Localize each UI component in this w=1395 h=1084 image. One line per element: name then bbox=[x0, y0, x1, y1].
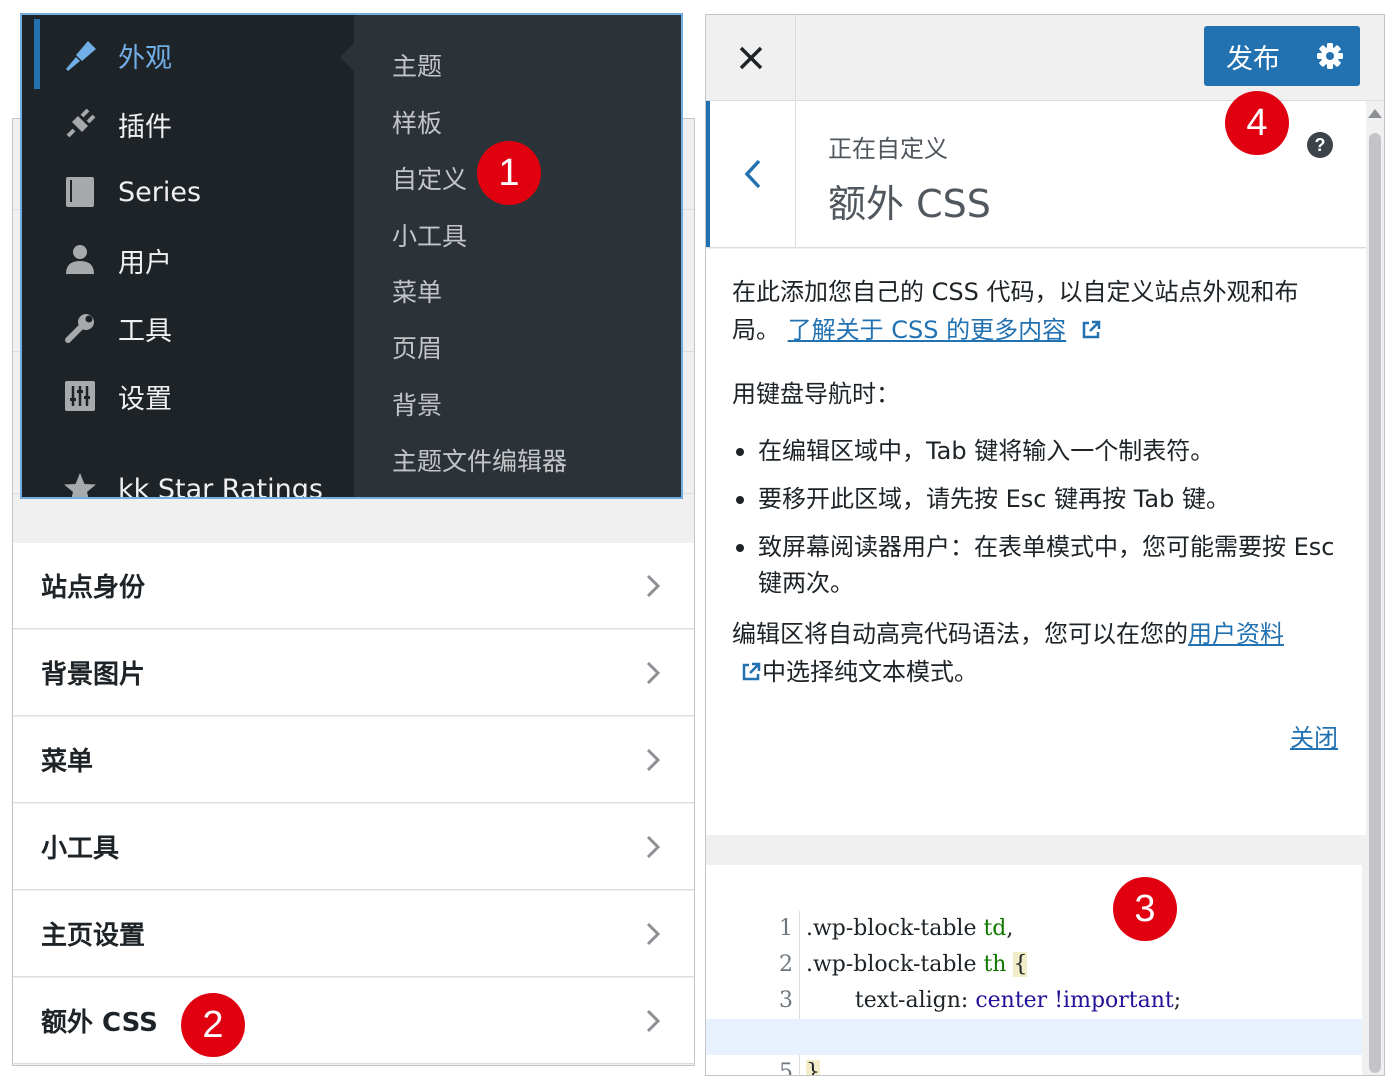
code-line: 1 .wp-block-table td, bbox=[706, 875, 1362, 947]
menu-item-label: 用户 bbox=[118, 247, 172, 279]
user-profile-link[interactable]: 用户资料 bbox=[1188, 620, 1284, 648]
css-code-editor[interactable]: 1 .wp-block-table td, 2 .wp-block-table th… bbox=[706, 865, 1362, 1075]
syntax-note: 编辑区将自动高亮代码语法，您可以在您的用户资料 中选择纯文本模式。 bbox=[732, 615, 1338, 691]
syntax-prefix: 编辑区将自动高亮代码语法，您可以在您的 bbox=[732, 620, 1188, 648]
step-badge: 3 bbox=[1113, 877, 1177, 941]
chevron-left-icon bbox=[744, 159, 760, 189]
submenu-item-background[interactable]: 背景 bbox=[392, 386, 442, 422]
section-homepage-settings[interactable]: 主页设置 bbox=[13, 891, 694, 977]
customizer-css-panel: 发布 正在自定义 额外 CSS ? 在此添加您自己的 CSS 代码，以自定义站点… bbox=[705, 14, 1385, 1076]
code-line: 3 text-align: center !important; bbox=[706, 947, 1362, 1019]
step-badge: 4 bbox=[1225, 91, 1289, 155]
settings-sliders-icon bbox=[62, 378, 98, 414]
wrench-icon bbox=[62, 310, 98, 346]
list-item: 要移开此区域，请先按 Esc 键再按 Tab 键。 bbox=[736, 481, 1338, 517]
menu-item-settings[interactable]: 设置 bbox=[62, 376, 172, 416]
menu-item-tools[interactable]: 工具 bbox=[62, 308, 172, 348]
menu-item-label: 设置 bbox=[118, 383, 172, 415]
customizer-topbar: 发布 bbox=[706, 15, 1384, 101]
chevron-right-icon bbox=[646, 835, 661, 859]
chevron-right-icon bbox=[646, 661, 661, 685]
section-label: 小工具 bbox=[41, 834, 120, 864]
user-icon bbox=[62, 242, 98, 278]
chevron-right-icon bbox=[646, 574, 661, 598]
scrollbar-thumb[interactable] bbox=[1369, 133, 1381, 1073]
submenu-item-customize[interactable]: 自定义 bbox=[392, 160, 467, 196]
menu-item-appearance[interactable]: 外观 bbox=[62, 35, 172, 75]
menu-item-label: 外观 bbox=[118, 42, 172, 74]
intro-text: 在此添加您自己的 CSS 代码，以自定义站点外观和布局。 了解关于 CSS 的更… bbox=[732, 273, 1338, 349]
submenu-item-widgets[interactable]: 小工具 bbox=[392, 217, 467, 253]
section-label: 主页设置 bbox=[41, 921, 146, 951]
current-indicator bbox=[34, 19, 40, 89]
close-help-link[interactable]: 关闭 bbox=[1290, 724, 1338, 752]
submenu-item-header[interactable]: 页眉 bbox=[392, 329, 442, 365]
section-label: 菜单 bbox=[41, 747, 94, 777]
appearance-submenu: 主题 样板 自定义 小工具 菜单 页眉 背景 主题文件编辑器 bbox=[340, 15, 681, 497]
section-widgets[interactable]: 小工具 bbox=[13, 804, 694, 890]
external-link-icon bbox=[1082, 320, 1101, 339]
paintbrush-icon bbox=[62, 37, 98, 73]
book-icon bbox=[62, 174, 98, 210]
publish-label: 发布 bbox=[1226, 43, 1280, 75]
step-badge: 2 bbox=[181, 993, 245, 1057]
code-line-active: 5} bbox=[706, 1019, 1362, 1075]
step-badge: 1 bbox=[477, 141, 541, 205]
list-item: 致屏幕阅读器用户：在表单模式中，您可能需要按 Esc 键两次。 bbox=[736, 529, 1338, 601]
svg-text:?: ? bbox=[1315, 135, 1326, 155]
syntax-suffix: 中选择纯文本模式。 bbox=[762, 658, 978, 686]
menu-item-label: 插件 bbox=[118, 111, 172, 143]
customizing-label: 正在自定义 bbox=[828, 135, 948, 163]
section-label: 背景图片 bbox=[41, 660, 146, 690]
css-description: 在此添加您自己的 CSS 代码，以自定义站点外观和布局。 了解关于 CSS 的更… bbox=[706, 249, 1366, 835]
code-text: } bbox=[800, 1060, 820, 1075]
menu-item-plugins[interactable]: 插件 bbox=[62, 104, 172, 144]
gear-icon[interactable] bbox=[1316, 42, 1344, 70]
list-item: 在编辑区域中，Tab 键将输入一个制表符。 bbox=[736, 433, 1338, 469]
section-menus[interactable]: 菜单 bbox=[13, 717, 694, 803]
external-link-icon bbox=[742, 662, 761, 681]
chevron-right-icon bbox=[646, 748, 661, 772]
profile-link-text: 用户资料 bbox=[1188, 620, 1284, 648]
star-icon bbox=[62, 471, 98, 497]
section-additional-css[interactable]: 额外 CSS bbox=[13, 978, 694, 1064]
close-icon bbox=[739, 46, 762, 69]
chevron-right-icon bbox=[646, 922, 661, 946]
close-customizer-button[interactable] bbox=[706, 15, 796, 100]
publish-button[interactable]: 发布 bbox=[1204, 26, 1360, 86]
section-label: 站点身份 bbox=[41, 573, 146, 603]
admin-menu-main: 外观 插件 Series 用户 工具 设置 kk Star Ratings bbox=[34, 15, 354, 497]
submenu-item-theme-file-editor[interactable]: 主题文件编辑器 bbox=[392, 442, 567, 478]
plugin-icon bbox=[62, 106, 98, 142]
menu-item-label: Series bbox=[118, 176, 202, 208]
learn-css-link[interactable]: 了解关于 CSS 的更多内容 bbox=[788, 316, 1066, 344]
submenu-item-patterns[interactable]: 样板 bbox=[392, 104, 442, 140]
line-number: 5 bbox=[748, 1055, 800, 1075]
admin-menu-flyout: 外观 插件 Series 用户 工具 设置 kk Star Ratings 主题… bbox=[20, 13, 683, 499]
submenu-pointer bbox=[340, 43, 354, 71]
section-background-image[interactable]: 背景图片 bbox=[13, 630, 694, 716]
section-title: 额外 CSS bbox=[828, 182, 991, 226]
scroll-up-arrow[interactable] bbox=[1368, 109, 1382, 118]
close-row: 关闭 bbox=[732, 719, 1338, 757]
section-site-identity[interactable]: 站点身份 bbox=[13, 543, 694, 629]
menu-item-kk-star-ratings[interactable]: kk Star Ratings bbox=[62, 469, 323, 499]
menu-item-label: kk Star Ratings bbox=[118, 473, 323, 499]
menu-item-label: 工具 bbox=[118, 315, 172, 347]
keyboard-tips-list: 在编辑区域中，Tab 键将输入一个制表符。 要移开此区域，请先按 Esc 键再按… bbox=[732, 433, 1338, 601]
keyboard-heading: 用键盘导航时： bbox=[732, 380, 900, 408]
back-button[interactable] bbox=[706, 101, 796, 247]
menu-item-users[interactable]: 用户 bbox=[62, 240, 172, 280]
code-line: 4 vertical-align: middle !important; bbox=[706, 983, 1362, 1055]
chevron-right-icon bbox=[646, 1009, 661, 1033]
close-link-text: 关闭 bbox=[1290, 724, 1338, 752]
learn-css-link-text: 了解关于 CSS 的更多内容 bbox=[787, 316, 1067, 344]
menu-item-series[interactable]: Series bbox=[62, 172, 201, 212]
submenu-item-menus[interactable]: 菜单 bbox=[392, 273, 442, 309]
code-line: 2 .wp-block-table th { bbox=[706, 911, 1362, 983]
help-icon[interactable]: ? bbox=[1306, 131, 1334, 159]
section-label: 额外 CSS bbox=[41, 1008, 158, 1038]
submenu-item-themes[interactable]: 主题 bbox=[392, 47, 442, 83]
